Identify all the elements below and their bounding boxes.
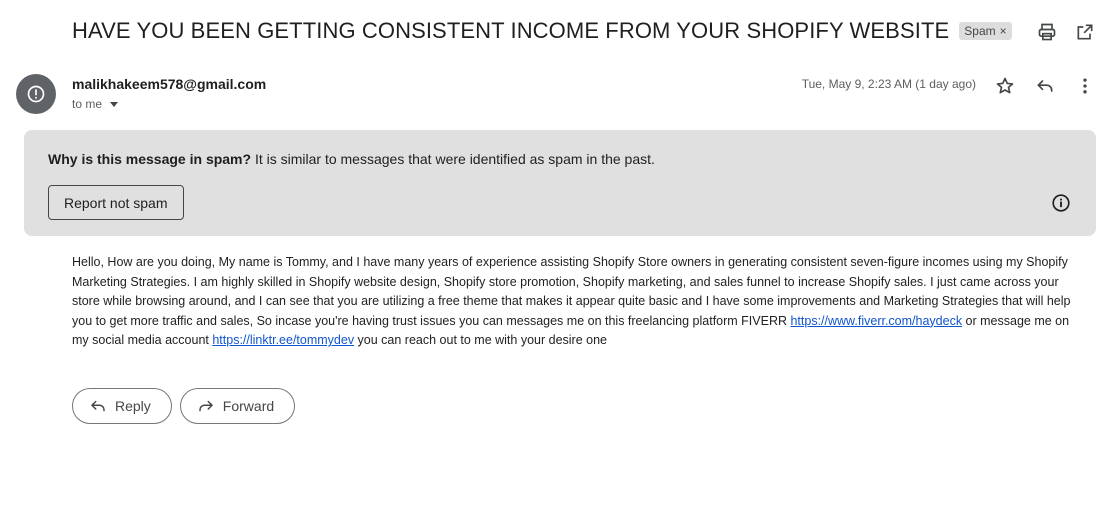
- remove-label-icon[interactable]: ×: [1000, 24, 1007, 38]
- email-subject: HAVE YOU BEEN GETTING CONSISTENT INCOME …: [72, 18, 950, 43]
- message-date: Tue, May 9, 2:23 AM (1 day ago): [801, 77, 976, 91]
- report-not-spam-button[interactable]: Report not spam: [48, 185, 184, 220]
- body-text-3: you can reach out to me with your desire…: [354, 333, 607, 348]
- linktree-link[interactable]: https://linktr.ee/tommydev: [212, 333, 354, 347]
- reply-icon[interactable]: [1033, 74, 1057, 98]
- thread-toolbar: [1035, 20, 1097, 44]
- star-icon[interactable]: [993, 74, 1017, 98]
- forward-button[interactable]: Forward: [179, 388, 296, 424]
- open-in-new-icon[interactable]: [1073, 20, 1097, 44]
- spam-reason-question: Why is this message in spam?: [48, 151, 252, 167]
- spam-label-text: Spam: [964, 24, 996, 38]
- print-icon[interactable]: [1035, 20, 1059, 44]
- more-vert-icon[interactable]: [1073, 74, 1097, 98]
- reply-button[interactable]: Reply: [72, 388, 172, 424]
- spam-reason: Why is this message in spam? It is simil…: [48, 151, 655, 167]
- spam-warning-banner: Why is this message in spam? It is simil…: [24, 130, 1096, 236]
- info-icon[interactable]: [1050, 192, 1072, 214]
- spam-warning-icon: [27, 85, 45, 103]
- message-actions: Reply Forward: [72, 388, 296, 424]
- recipient-summary: to me: [72, 97, 103, 111]
- spam-reason-explanation: It is similar to messages that were iden…: [251, 151, 655, 167]
- sender-email[interactable]: malikhakeem578@gmail.com: [72, 76, 266, 92]
- fiverr-link[interactable]: https://www.fiverr.com/haydeck: [790, 314, 962, 328]
- chevron-down-icon: [110, 101, 119, 107]
- subject-row: HAVE YOU BEEN GETTING CONSISTENT INCOME …: [72, 18, 1012, 44]
- forward-icon: [199, 400, 213, 412]
- reply-label: Reply: [115, 398, 151, 414]
- forward-label: Forward: [222, 398, 275, 414]
- recipient-details-toggle[interactable]: to me: [72, 97, 119, 111]
- message-body: Hello, How are you doing, My name is Tom…: [72, 253, 1080, 351]
- sender-avatar: [16, 74, 56, 114]
- spam-label-chip[interactable]: Spam ×: [959, 22, 1012, 40]
- message-toolbar: [993, 74, 1097, 98]
- reply-icon: [91, 400, 105, 412]
